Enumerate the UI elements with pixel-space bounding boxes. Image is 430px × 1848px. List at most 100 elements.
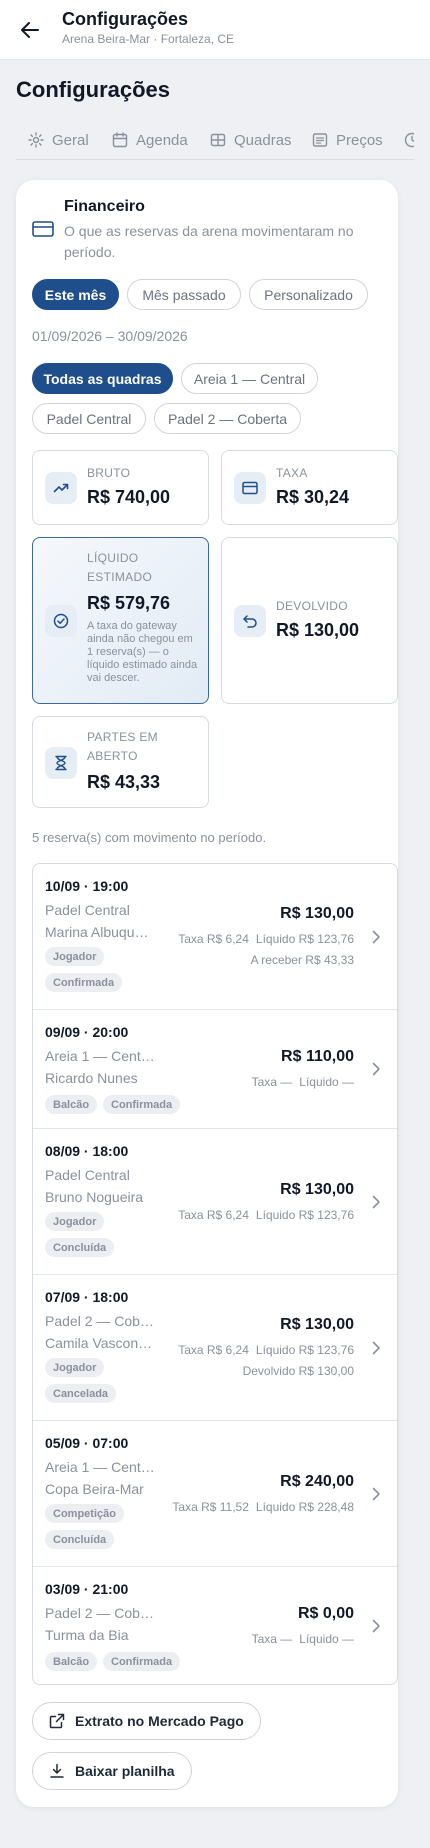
status-badge: Confirmada [45,973,123,992]
status-badge: Concluída [45,1238,115,1257]
stat-label: BRUTO [87,466,131,480]
reservation-list: 10/09 · 19:00 Padel Central Marina Albuq… [32,863,398,1685]
chevron-right-icon [372,1487,380,1501]
reservation-amount: R$ 130,00 [280,1316,354,1333]
court-filter-areia-1[interactable]: Areia 1 — Central [181,363,318,394]
header-subtitle: Arena Beira-Mar · Fortaleza, CE [62,32,235,46]
status-badge: Jogador [45,1358,105,1377]
tab-geral[interactable]: Geral [28,128,89,152]
stat-label: DEVOLVIDO [276,599,348,613]
stat-label: LÍQUIDO ESTIMADO [87,551,153,584]
stat-liquido: LÍQUIDO ESTIMADO R$ 579,76 A taxa do gat… [32,537,209,704]
tab-label: Geral [52,131,89,149]
status-badge: Balcão [45,1095,98,1114]
reservation-client: Bruno Nogueira [45,1189,144,1205]
stat-partes-em-aberto: PARTES EM ABERTO R$ 43,33 [32,716,209,808]
reservation-fee: Taxa — Líquido — [245,1632,354,1646]
reservation-court: Areia 1 — Central [45,1459,155,1475]
tab-agenda[interactable]: Agenda [112,128,188,152]
reservation-row[interactable]: 07/09 · 18:00 Padel 2 — Coberta Camila V… [33,1275,397,1421]
credit-card-icon [242,481,258,495]
tab-quadras[interactable]: Quadras [210,128,292,152]
reservation-court: Padel Central [45,902,130,918]
reservation-datetime: 10/09 · 19:00 [45,878,129,894]
fee-value: Taxa — [251,1075,293,1089]
tab-more[interactable] [404,128,414,152]
download-button-label: Baixar planilha [75,1763,175,1779]
check-circle-icon [53,613,69,629]
credit-card-icon [32,221,54,237]
reservation-datetime: 03/09 · 21:00 [45,1581,129,1597]
reservation-count: 5 reserva(s) com movimento no período. [32,830,267,845]
fee-value: Taxa — [251,1632,293,1646]
reservation-row[interactable]: 08/09 · 18:00 Padel Central Bruno Noguei… [33,1129,397,1275]
chevron-right-icon [372,1062,380,1076]
download-button[interactable]: Baixar planilha [32,1752,192,1790]
chevron-right-icon [372,930,380,944]
stat-bruto: BRUTO R$ 740,00 [32,450,209,525]
reservation-court: Padel Central [45,1167,130,1183]
status-badge: Confirmada [103,1652,181,1671]
stat-note: A taxa do gateway ainda não chegou em 1 … [87,620,198,684]
fee-value: Taxa R$ 6,24 [178,1343,249,1357]
net-value: Líquido — [299,1075,354,1089]
top-bar: Configurações Arena Beira-Mar · Fortalez… [0,0,430,60]
reservation-datetime: 07/09 · 18:00 [45,1289,129,1305]
grid-icon [210,133,226,147]
back-button[interactable] [16,16,44,44]
reservation-client: Copa Beira-Mar [45,1481,144,1497]
reservation-row[interactable]: 03/09 · 21:00 Padel 2 — Coberta Turma da… [33,1567,397,1684]
fee-value: Taxa R$ 6,24 [178,1208,249,1222]
reservation-amount: R$ 0,00 [297,1605,354,1622]
stat-label: TAXA [276,466,308,480]
tab-label: Quadras [234,131,292,149]
stat-value: R$ 43,33 [87,772,161,792]
tab-label: Agenda [136,131,188,149]
court-filter-all[interactable]: Todas as quadras [32,363,173,394]
stat-value: R$ 30,24 [276,487,350,507]
reservation-client: Camila Vasconcelos [45,1335,155,1351]
net-value: Líquido — [299,1632,354,1646]
reservation-client: Marina Albuquerque [45,924,155,940]
section-title: Financeiro [64,198,145,215]
net-value: Líquido R$ 228,48 [255,1500,354,1514]
period-filter-this-month[interactable]: Este mês [32,279,119,310]
reservation-row[interactable]: 05/09 · 07:00 Areia 1 — Central Copa Bei… [33,1421,397,1567]
chevron-right-icon [372,1619,380,1633]
status-badge: Cancelada [45,1384,117,1403]
court-filter-padel-2[interactable]: Padel 2 — Coberta [154,403,301,434]
chevron-right-icon [372,1195,380,1209]
stat-taxa: TAXA R$ 30,24 [221,450,398,525]
period-filter-last-month[interactable]: Mês passado [127,279,241,310]
status-badge: Concluída [45,1530,115,1549]
reservation-datetime: 09/09 · 20:00 [45,1024,129,1040]
settings-tabs: Geral Agenda Quadras Preços [16,124,414,160]
reservation-amount: R$ 130,00 [280,905,354,922]
court-filter-padel-central[interactable]: Padel Central [32,403,146,434]
reservation-row[interactable]: 10/09 · 19:00 Padel Central Marina Albuq… [33,864,397,1010]
finance-card: Financeiro O que as reservas da arena mo… [16,180,398,1807]
stat-value: R$ 130,00 [276,620,360,640]
net-value: Líquido R$ 123,76 [255,1208,354,1222]
period-filter-custom[interactable]: Personalizado [249,279,368,310]
external-link-icon [49,1713,65,1729]
reservation-fee: Taxa R$ 6,24 Líquido R$ 123,76 [171,1208,354,1222]
reservation-fee: Taxa R$ 6,24 Líquido R$ 123,76 [171,1343,354,1357]
status-badge: Jogador [45,1212,105,1231]
list-icon [312,133,328,147]
stat-label: PARTES EM ABERTO [87,730,158,763]
status-badge: Jogador [45,947,105,966]
stat-value: R$ 740,00 [87,487,171,507]
fee-value: Taxa R$ 11,52 [172,1500,249,1514]
trending-up-icon [53,483,69,493]
reservation-fee: Taxa — Líquido — [245,1075,354,1089]
stat-value: R$ 579,76 [87,593,171,613]
reservation-court: Padel 2 — Coberta [45,1605,155,1621]
statement-button[interactable]: Extrato no Mercado Pago [32,1702,261,1740]
reservation-amount: R$ 130,00 [280,1181,354,1198]
tab-precos[interactable]: Preços [312,128,383,152]
reservation-row[interactable]: 09/09 · 20:00 Areia 1 — Central Ricardo … [33,1010,397,1129]
reservation-fee: Taxa R$ 11,52 Líquido R$ 228,48 [165,1500,354,1514]
reservation-datetime: 05/09 · 07:00 [45,1435,129,1451]
section-description: O que as reservas da arena movimentaram … [64,223,354,260]
